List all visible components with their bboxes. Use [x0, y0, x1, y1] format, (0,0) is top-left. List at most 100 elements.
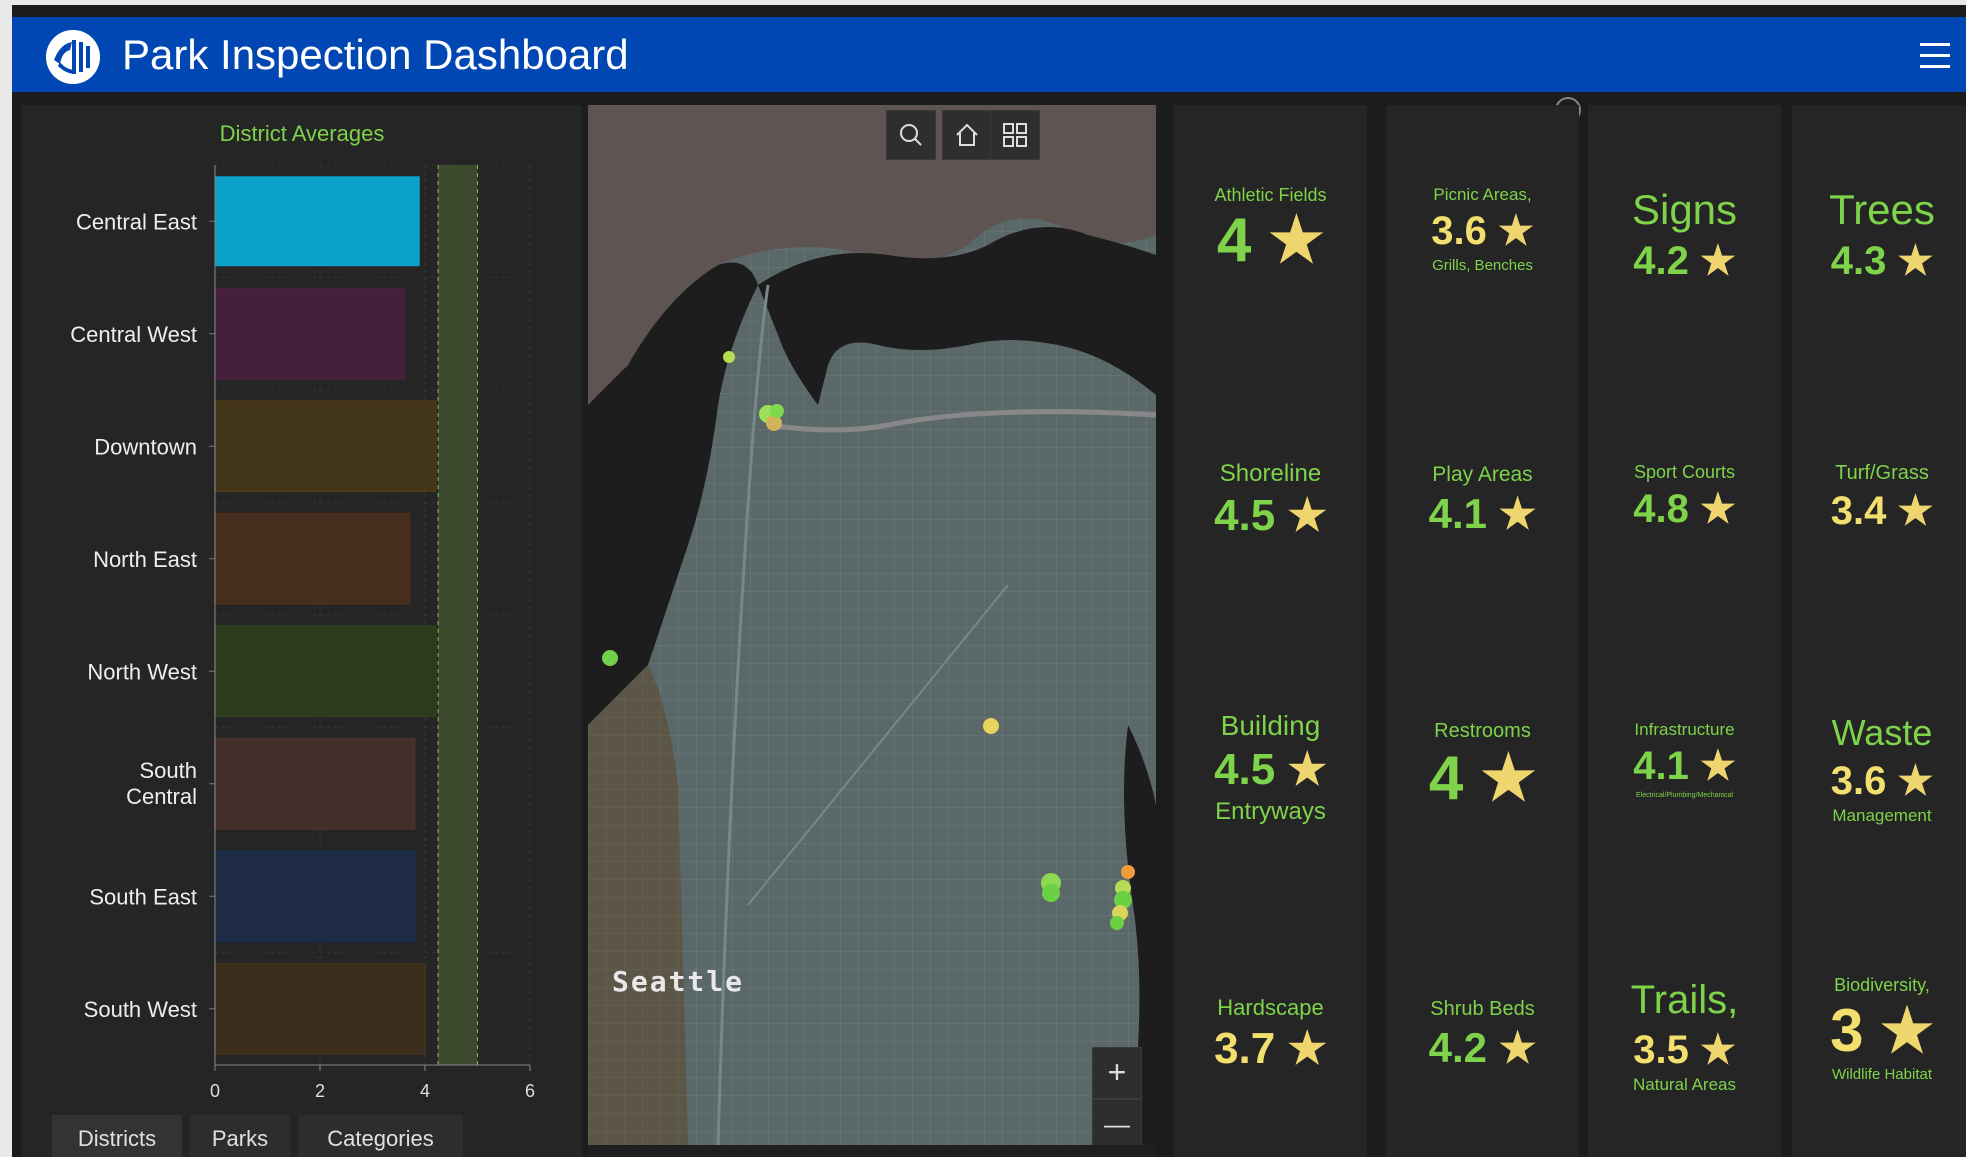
category-column-3: Signs 4.2 ★ Sport Courts 4.8 ★ Infrastru…: [1588, 105, 1781, 1157]
y-tick-label: North East: [93, 547, 197, 572]
category-tile: Building 4.5 ★ Entryways: [1174, 710, 1367, 826]
hamburger-menu-icon[interactable]: [1920, 43, 1952, 69]
seattle-logo-icon: [46, 30, 100, 84]
y-tick-label: South East: [89, 884, 197, 909]
category-score: 4.3 ★: [1830, 239, 1934, 283]
category-tile: Play Areas 4.1 ★: [1386, 463, 1579, 541]
tab-parks[interactable]: Parks: [190, 1115, 290, 1157]
map-canvas[interactable]: [588, 105, 1156, 1157]
category-label: Building: [1220, 710, 1321, 741]
category-score: 3 ★: [1830, 997, 1934, 1064]
star-icon: ★: [1880, 997, 1934, 1064]
y-tick-label: Central West: [70, 322, 197, 347]
category-label: Sport Courts: [1633, 462, 1736, 482]
star-icon: ★: [1699, 1028, 1736, 1072]
category-score: 4.5 ★: [1214, 745, 1327, 794]
category-label: Hardscape: [1217, 995, 1324, 1020]
x-tick-label: 4: [420, 1081, 430, 1101]
star-icon: ★: [1497, 209, 1534, 253]
average-band: [438, 165, 478, 1065]
category-score: 4 ★: [1216, 206, 1325, 275]
category-score: 4.1 ★: [1428, 490, 1537, 537]
category-tile: Turf/Grass 3.4 ★: [1792, 462, 1966, 537]
category-score: 3.5 ★: [1633, 1028, 1736, 1072]
category-tile: Trails, 3.5 ★ Natural Areas: [1588, 975, 1781, 1095]
bar: [214, 625, 437, 718]
category-tile: Shrub Beds 4.2 ★: [1386, 998, 1579, 1075]
bar: [215, 176, 420, 267]
category-label: Biodiversity,: [1834, 975, 1930, 995]
bar: [214, 962, 426, 1055]
map-home-button[interactable]: [942, 110, 992, 160]
map-attribution: [588, 1145, 1156, 1157]
category-tile: Athletic Fields 4 ★: [1174, 185, 1367, 276]
star-icon: ★: [1897, 239, 1934, 283]
category-score: 4.5 ★: [1214, 491, 1327, 540]
category-score: 4 ★: [1428, 744, 1537, 813]
category-score: 4.1 ★: [1633, 744, 1736, 788]
category-label: Picnic Areas,: [1433, 185, 1532, 204]
star-icon: ★: [1480, 744, 1537, 813]
category-tile: Signs 4.2 ★: [1588, 185, 1781, 287]
category-tile: Restrooms 4 ★: [1386, 720, 1579, 815]
x-tick-label: 6: [525, 1081, 535, 1101]
category-label: Athletic Fields: [1214, 185, 1327, 205]
bar: [214, 512, 411, 605]
zoom-out-button[interactable]: —: [1092, 1099, 1142, 1151]
category-sublabel: Natural Areas: [1633, 1075, 1736, 1094]
category-score: 4.8 ★: [1633, 487, 1736, 531]
category-tile: Biodiversity, 3 ★ Wildlife Habitat: [1792, 975, 1966, 1083]
star-icon: ★: [1498, 1024, 1537, 1071]
tab-districts[interactable]: Districts: [52, 1115, 182, 1157]
x-tick-label: 2: [315, 1081, 325, 1101]
category-label: Waste: [1831, 712, 1933, 753]
bar: [214, 400, 437, 493]
category-sublabel: Entryways: [1215, 798, 1326, 825]
tab-categories[interactable]: Categories: [298, 1115, 463, 1157]
category-label: Turf/Grass: [1835, 462, 1929, 484]
category-label: Shoreline: [1219, 460, 1322, 487]
search-icon: [900, 124, 922, 146]
x-tick-label: 0: [210, 1081, 220, 1101]
star-icon: ★: [1287, 491, 1327, 540]
category-sublabel: Grills, Benches: [1432, 257, 1533, 274]
star-icon: ★: [1699, 744, 1736, 788]
page-title: Park Inspection Dashboard: [122, 31, 629, 78]
category-label: Infrastructure: [1634, 720, 1735, 739]
category-label: Signs: [1631, 186, 1738, 233]
category-score: 3.7 ★: [1214, 1024, 1327, 1073]
y-tick-label: South: [140, 758, 198, 783]
map-search-button[interactable]: [886, 110, 936, 160]
category-score: 3.4 ★: [1830, 489, 1934, 533]
category-tile: Picnic Areas, 3.6 ★ Grills, Benches: [1386, 185, 1579, 274]
zoom-in-button[interactable]: +: [1092, 1047, 1142, 1099]
star-icon: ★: [1897, 489, 1934, 533]
category-score: 3.6 ★: [1830, 759, 1934, 803]
bar: [214, 737, 416, 830]
star-icon: ★: [1287, 745, 1327, 794]
category-tile: Sport Courts 4.8 ★: [1588, 462, 1781, 535]
district-averages-chart: Central East Central West Downtown North Ea…: [70, 164, 535, 1101]
category-tile: Infrastructure 4.1 ★ Electrical/Plumbing…: [1588, 720, 1781, 799]
y-tick-label: Downtown: [94, 434, 197, 459]
y-tick-label: North West: [87, 659, 197, 684]
category-column-4: Trees 4.3 ★ Turf/Grass 3.4 ★ Waste 3.6 ★…: [1792, 105, 1966, 1157]
star-icon: ★: [1268, 206, 1325, 275]
bar: [214, 287, 405, 380]
star-icon: ★: [1699, 487, 1736, 531]
park-map[interactable]: + — Seattle: [588, 105, 1156, 1157]
district-averages-panel: District Averages Central East Central We…: [22, 105, 582, 1157]
y-tick-label: South West: [84, 997, 197, 1022]
y-tick-label: Central: [126, 784, 197, 809]
category-score: 4.2 ★: [1633, 239, 1736, 283]
star-icon: ★: [1699, 239, 1736, 283]
map-basemap-button[interactable]: [990, 110, 1040, 160]
category-tile: Waste 3.6 ★ Management: [1792, 710, 1966, 826]
category-label: Shrub Beds: [1430, 998, 1535, 1020]
category-tile: Hardscape 3.7 ★: [1174, 995, 1367, 1077]
bar: [214, 850, 416, 943]
map-place-label: Seattle: [612, 965, 745, 998]
category-label: Trees: [1829, 186, 1935, 233]
y-tick-label: Central East: [76, 209, 197, 234]
category-score: 4.2 ★: [1428, 1024, 1537, 1071]
